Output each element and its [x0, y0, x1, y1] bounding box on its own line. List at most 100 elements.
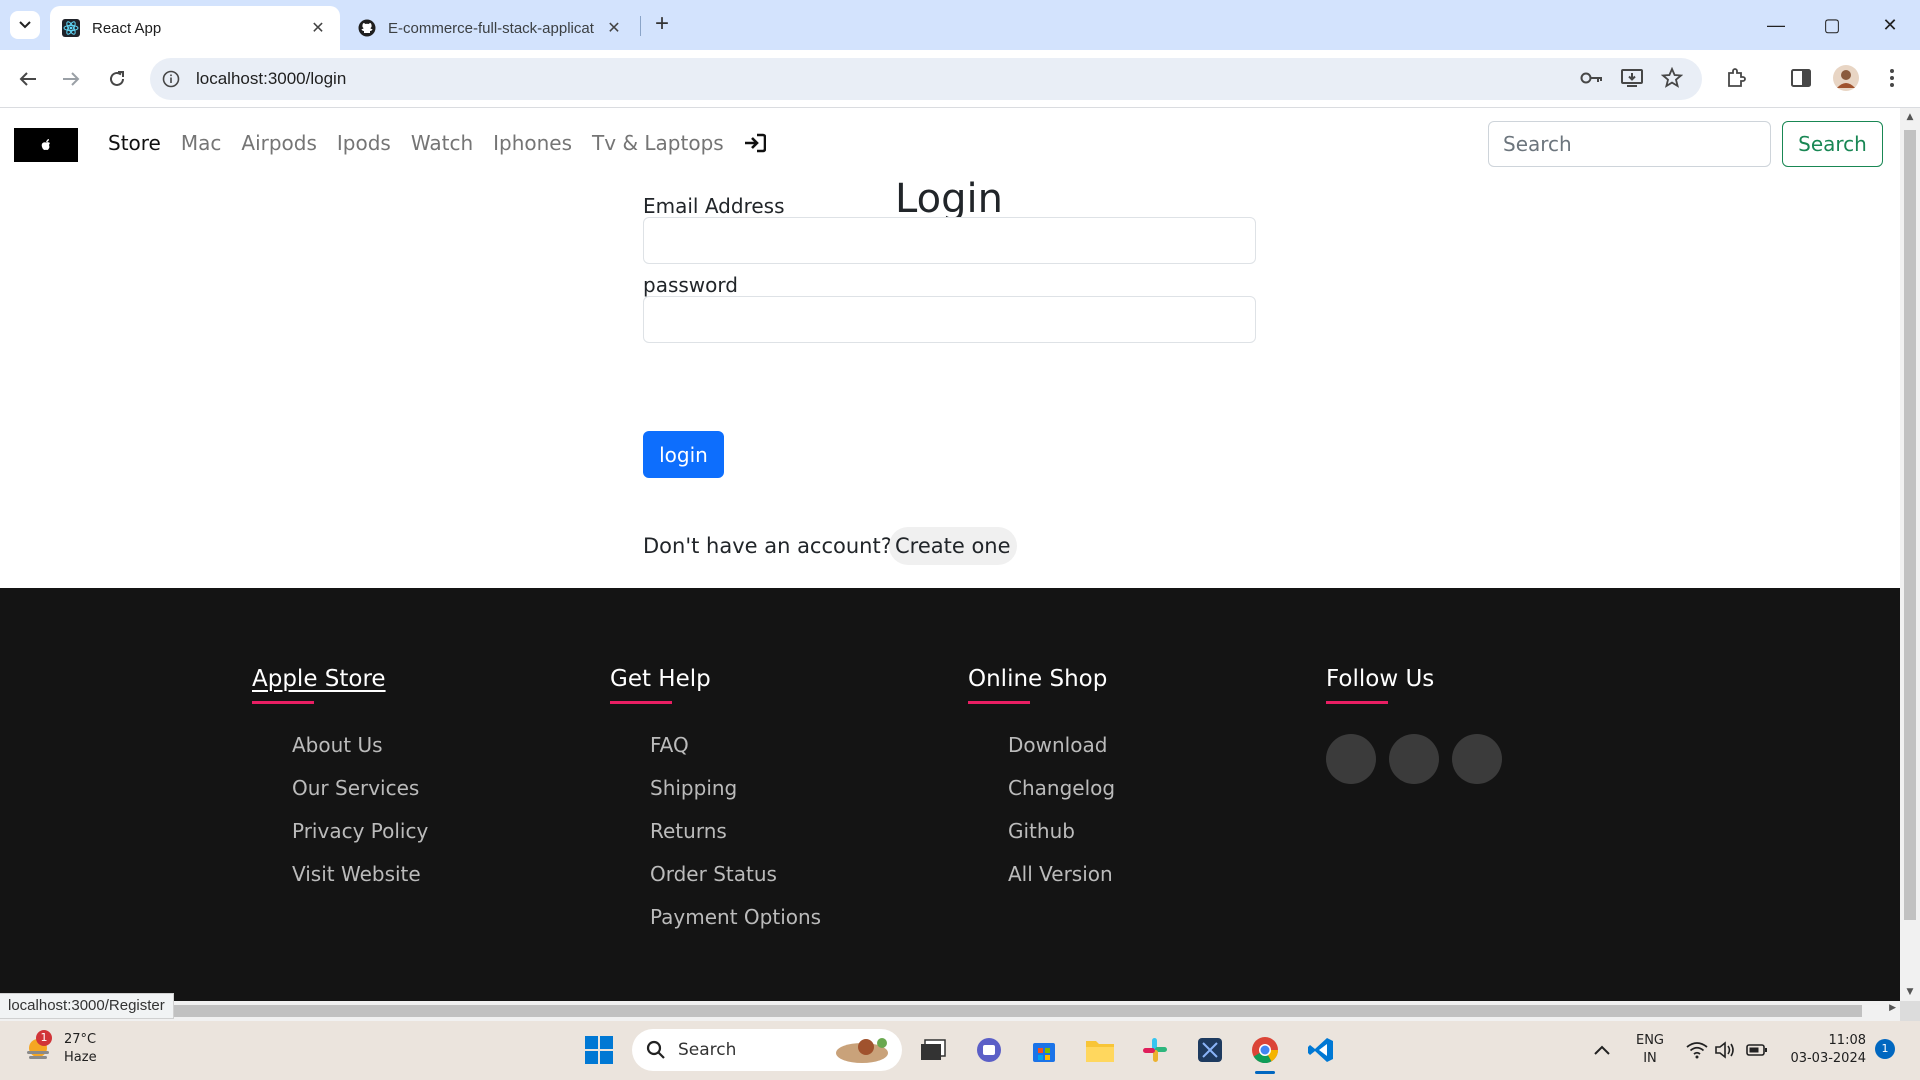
tab-search-button[interactable]	[10, 11, 40, 39]
scroll-up-arrow[interactable]: ▲	[1900, 112, 1920, 122]
footer-link[interactable]: All Version	[1008, 862, 1115, 905]
social-links	[1326, 734, 1515, 784]
forward-button[interactable]	[55, 63, 87, 95]
snipping-tool-icon[interactable]	[1193, 1033, 1227, 1067]
no-account-text: Don't have an account?	[643, 534, 892, 558]
battery-icon[interactable]	[1740, 1033, 1774, 1067]
minimize-button[interactable]: —	[1756, 10, 1796, 40]
weather-temp: 27°C	[64, 1032, 97, 1047]
clock-time: 11:08	[1828, 1033, 1866, 1048]
back-button[interactable]	[12, 63, 44, 95]
email-field[interactable]	[643, 217, 1256, 264]
scrollbar-thumb[interactable]	[0, 1005, 1862, 1017]
weather-condition: Haze	[64, 1050, 97, 1065]
horizontal-scrollbar[interactable]: ▶	[0, 1001, 1900, 1021]
tab-title: React App	[92, 19, 162, 37]
nav-link-watch[interactable]: Watch	[411, 131, 473, 155]
github-icon	[358, 19, 376, 37]
heading-accent-bar	[252, 701, 314, 704]
nav-link-store[interactable]: Store	[108, 131, 161, 155]
search-icon	[646, 1040, 665, 1059]
footer-link[interactable]: Privacy Policy	[292, 819, 428, 862]
search-highlight-icon	[836, 1038, 888, 1063]
nav-link-airpods[interactable]: Airpods	[241, 131, 317, 155]
file-explorer-icon[interactable]	[1083, 1033, 1117, 1067]
heading-accent-bar	[968, 701, 1030, 704]
menu-kebab-icon[interactable]	[1876, 62, 1908, 94]
footer-link[interactable]: Changelog	[1008, 776, 1115, 819]
weather-widget[interactable]: 1 27°C Haze	[24, 1030, 97, 1067]
footer-link[interactable]: Order Status	[650, 862, 821, 905]
footer-link[interactable]: Visit Website	[292, 862, 428, 905]
footer-link[interactable]: FAQ	[650, 733, 821, 776]
nav-link-ipods[interactable]: Ipods	[337, 131, 391, 155]
teams-chat-icon[interactable]	[972, 1033, 1006, 1067]
close-window-button[interactable]: ✕	[1870, 10, 1910, 40]
footer-link[interactable]: Shipping	[650, 776, 821, 819]
language-code: ENG	[1635, 1033, 1664, 1048]
notification-badge[interactable]: 1	[1875, 1039, 1895, 1059]
footer-link[interactable]: Returns	[650, 819, 821, 862]
create-account-link[interactable]: Create one	[889, 527, 1017, 565]
tab-react-app[interactable]: React App ✕	[50, 6, 340, 50]
install-app-icon[interactable]	[1616, 62, 1648, 94]
sign-in-icon[interactable]	[744, 131, 768, 155]
new-tab-button[interactable]: +	[648, 10, 676, 38]
clock[interactable]: 11:08 03-03-2024	[1780, 1032, 1866, 1068]
tab-github[interactable]: E-commerce-full-stack-applicat ✕	[346, 6, 636, 50]
close-tab-icon[interactable]: ✕	[308, 18, 328, 38]
chevron-up-icon[interactable]	[1585, 1033, 1619, 1067]
scroll-right-arrow[interactable]: ▶	[1889, 1003, 1896, 1013]
footer-link[interactable]: Github	[1008, 819, 1115, 862]
language-indicator[interactable]: ENG IN	[1628, 1032, 1672, 1068]
windows-start-icon[interactable]	[582, 1033, 616, 1067]
search-input[interactable]	[1488, 121, 1771, 167]
footer-link[interactable]: Payment Options	[650, 905, 821, 948]
tab-separator	[640, 16, 641, 36]
microsoft-store-icon[interactable]	[1027, 1033, 1061, 1067]
heading-accent-bar	[610, 701, 672, 704]
extensions-icon[interactable]	[1720, 62, 1752, 94]
arrow-right-icon	[63, 72, 80, 86]
search-button[interactable]: Search	[1782, 121, 1883, 167]
nav-link-tv-laptops[interactable]: Tv & Laptops	[592, 131, 724, 155]
profile-avatar[interactable]	[1830, 62, 1862, 94]
side-panel-icon[interactable]	[1785, 62, 1817, 94]
login-button[interactable]: login	[643, 431, 724, 478]
footer-column-follow-us: Follow Us	[1326, 666, 1515, 784]
vscode-icon[interactable]	[1304, 1033, 1338, 1067]
social-icon[interactable]	[1326, 734, 1376, 784]
volume-icon[interactable]	[1708, 1033, 1742, 1067]
scroll-down-arrow[interactable]: ▼	[1900, 987, 1920, 997]
nav-link-mac[interactable]: Mac	[181, 131, 222, 155]
close-tab-icon[interactable]: ✕	[604, 18, 624, 38]
footer-heading: Follow Us	[1326, 666, 1435, 692]
key-icon[interactable]	[1576, 62, 1608, 94]
site-info-icon[interactable]	[160, 68, 182, 90]
main-nav: Store Mac Airpods Ipods Watch Iphones Tv…	[108, 131, 768, 155]
social-icon[interactable]	[1389, 734, 1439, 784]
address-bar[interactable]: localhost:3000/login	[150, 58, 1702, 100]
taskbar: 1 27°C Haze Search ENG IN 11:08 03-03-20…	[0, 1021, 1920, 1080]
nav-link-iphones[interactable]: Iphones	[493, 131, 572, 155]
slack-icon[interactable]	[1138, 1033, 1172, 1067]
react-logo-icon	[62, 19, 80, 37]
footer-link[interactable]: About Us	[292, 733, 428, 776]
scrollbar-thumb[interactable]	[1904, 130, 1916, 920]
task-view-icon[interactable]	[916, 1033, 950, 1067]
vertical-scrollbar[interactable]: ▲ ▼	[1900, 108, 1920, 1001]
apple-logo[interactable]	[14, 128, 78, 162]
scrollbar-corner	[1900, 1001, 1920, 1021]
password-field[interactable]	[643, 296, 1256, 343]
footer-link[interactable]: Our Services	[292, 776, 428, 819]
weather-haze-icon: 1	[24, 1030, 54, 1064]
social-icon[interactable]	[1452, 734, 1502, 784]
footer-link[interactable]: Download	[1008, 733, 1115, 776]
arrow-left-icon	[19, 72, 36, 86]
footer-heading[interactable]: Apple Store	[252, 666, 428, 692]
taskbar-search[interactable]: Search	[632, 1029, 902, 1071]
restore-button[interactable]: ▢	[1812, 10, 1852, 40]
chrome-icon[interactable]	[1248, 1033, 1282, 1074]
bookmark-star-icon[interactable]	[1656, 62, 1688, 94]
reload-button[interactable]	[101, 63, 133, 95]
